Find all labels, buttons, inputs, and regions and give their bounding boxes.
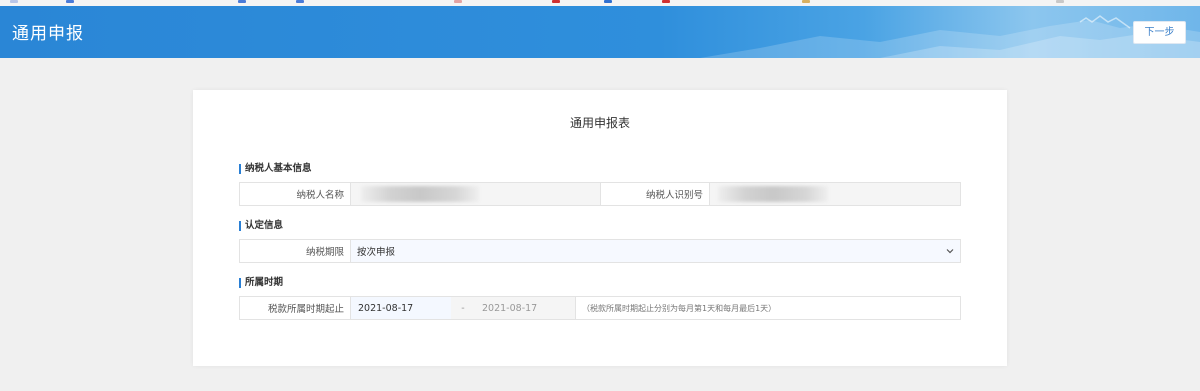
section-taxpayer-basic-info: 纳税人基本信息	[239, 163, 312, 175]
redacted-taxpayer-id	[718, 186, 828, 202]
tax-term-select[interactable]: 按次申报	[350, 240, 960, 262]
bookmark-icon[interactable]	[604, 0, 612, 3]
page-title: 通用申报	[12, 24, 84, 44]
chevron-down-icon[interactable]	[946, 247, 954, 255]
taxpayer-name-label: 纳税人名称	[296, 190, 344, 201]
taxpayer-name-value	[351, 183, 600, 205]
period-start-date-input[interactable]: 2021-08-17	[351, 297, 451, 319]
page-header: 通用申报 下一步	[0, 6, 1200, 58]
bookmark-icon[interactable]	[238, 0, 246, 3]
form-title: 通用申报表	[569, 116, 630, 130]
mountain-wall-decoration	[700, 15, 1200, 58]
bookmark-icon[interactable]	[10, 0, 18, 3]
tax-period-label: 税款所属时期起止	[267, 304, 344, 315]
bookmark-icon[interactable]	[454, 0, 462, 3]
section-authorization-info: 认定信息	[239, 220, 283, 232]
redacted-taxpayer-name	[361, 186, 479, 202]
period-range-separator: -	[451, 297, 475, 319]
bookmark-icon[interactable]	[552, 0, 560, 3]
tax-term-selected-value: 按次申报	[357, 247, 396, 258]
tax-period-row: 税款所属时期起止 2021-08-17 - 2021-08-17 （税款所属时期…	[239, 296, 961, 320]
taxpayer-id-value	[710, 183, 960, 205]
bookmark-icon[interactable]	[1056, 0, 1064, 3]
tax-term-label: 纳税期限	[305, 247, 344, 258]
declaration-form-card: 通用申报表 纳税人基本信息 纳税人名称 纳税人识别号 认定信息 纳税期限 按次申…	[193, 90, 1007, 366]
period-end-date-input: 2021-08-17	[475, 297, 575, 319]
next-step-button[interactable]: 下一步	[1133, 21, 1186, 44]
bookmark-icon[interactable]	[296, 0, 304, 3]
section-tax-period: 所属时期	[239, 277, 283, 289]
divider	[575, 297, 576, 319]
period-hint-text: （税款所属时期起止分别为每月第1天和每月最后1天）	[582, 303, 777, 313]
tax-term-row: 纳税期限 按次申报	[239, 239, 961, 263]
bookmark-icon[interactable]	[802, 0, 810, 3]
bookmark-icon[interactable]	[66, 0, 74, 3]
taxpayer-id-label: 纳税人识别号	[645, 190, 703, 201]
bookmark-icon[interactable]	[662, 0, 670, 3]
taxpayer-info-row: 纳税人名称 纳税人识别号	[239, 182, 961, 206]
